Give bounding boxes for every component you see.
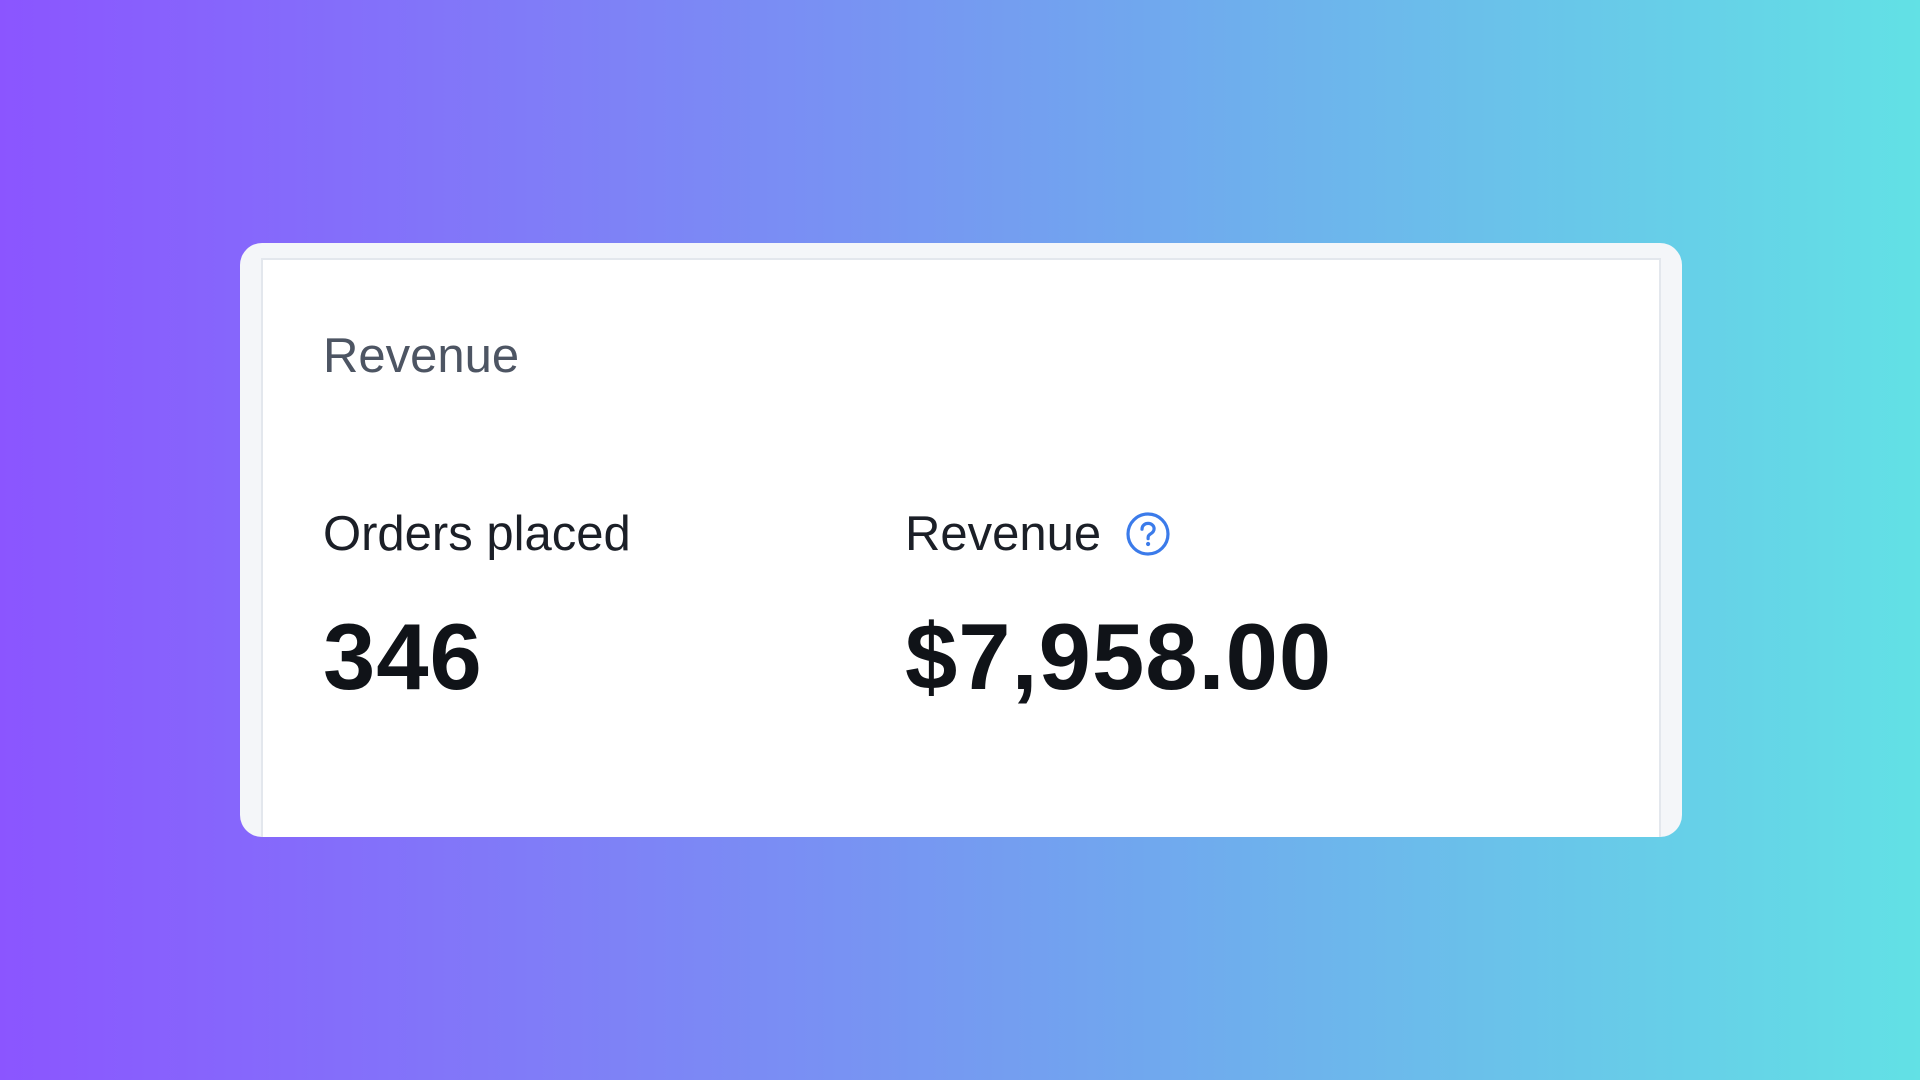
revenue-card-frame: Revenue Orders placed 346 Revenue $7,958… — [240, 243, 1682, 837]
revenue-card: Revenue Orders placed 346 Revenue $7,958… — [261, 258, 1661, 837]
question-circle-icon[interactable] — [1125, 511, 1171, 557]
metric-value-orders: 346 — [323, 604, 483, 709]
metric-orders-placed: Orders placed 346 — [323, 504, 631, 704]
card-title: Revenue — [323, 329, 520, 383]
metric-revenue: Revenue $7,958.00 — [905, 504, 1332, 704]
metric-label-row: Orders placed — [323, 504, 631, 564]
metric-label-row: Revenue — [905, 504, 1332, 564]
metric-label-revenue: Revenue — [905, 506, 1102, 561]
metric-value-revenue: $7,958.00 — [905, 604, 1333, 709]
metric-label-orders: Orders placed — [323, 506, 631, 561]
question-circle-icon-graphic — [1126, 512, 1170, 556]
